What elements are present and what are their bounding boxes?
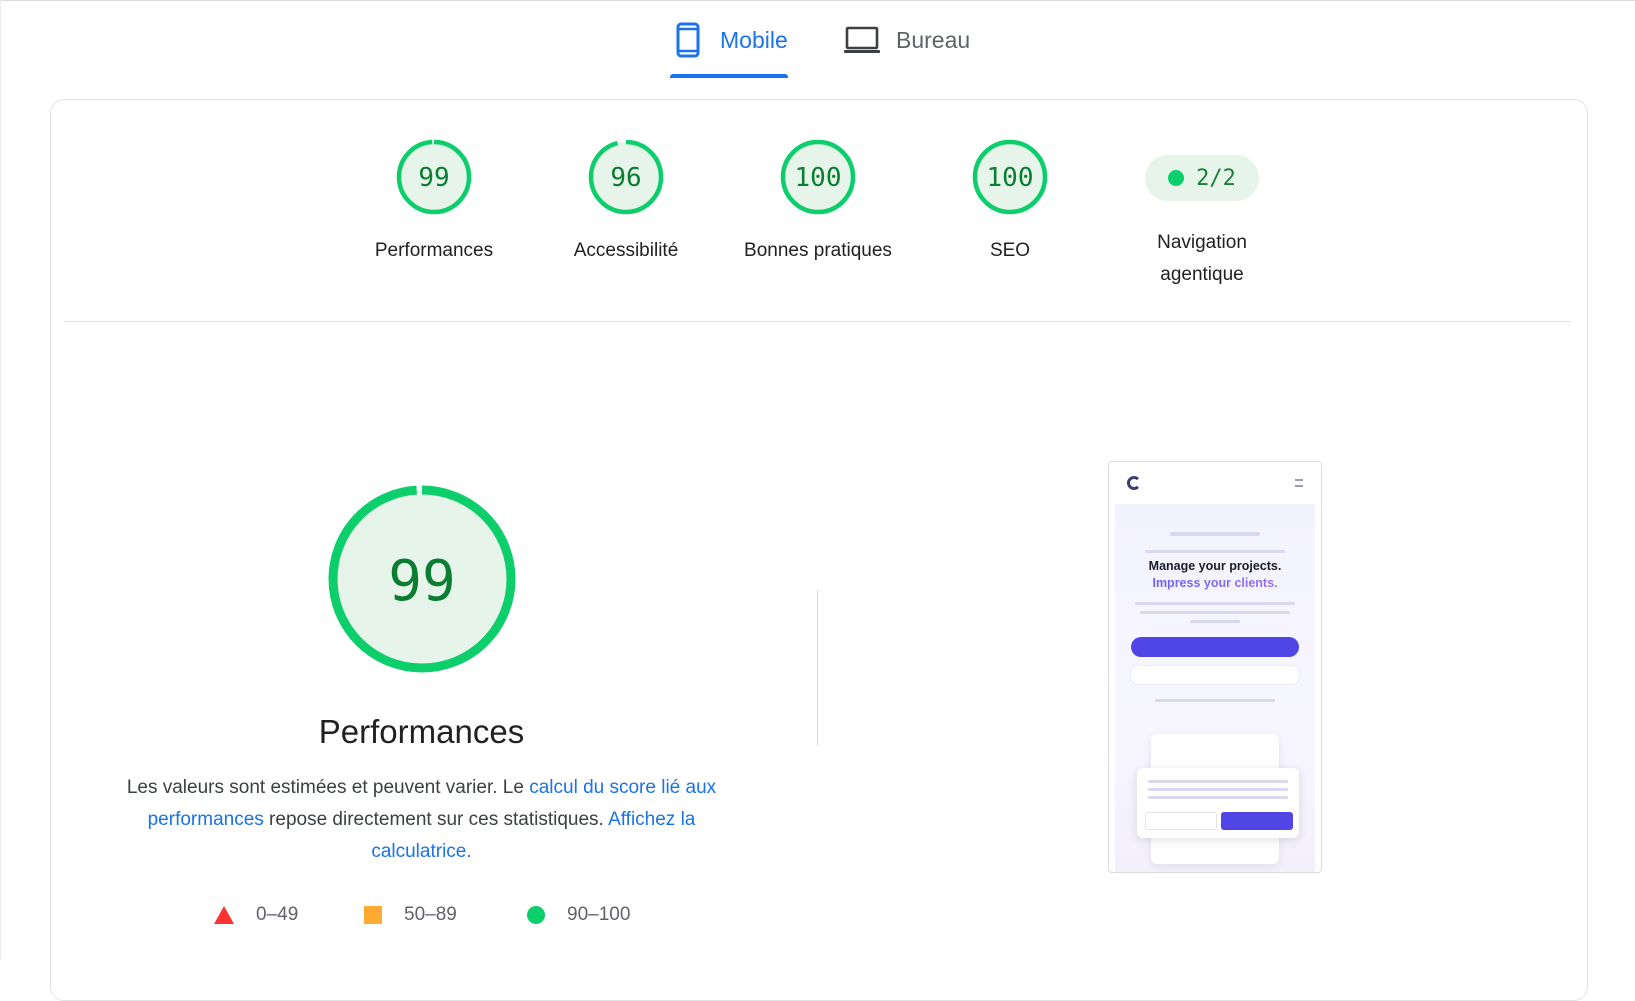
screenshot-headline: Manage your projects. <box>1148 559 1282 573</box>
gauge-performance[interactable]: 99 Performances <box>344 137 524 267</box>
gauge-agentic-label: Navigation agentique <box>1157 232 1247 285</box>
section-divider <box>64 321 1571 322</box>
hamburger-menu-icon <box>1295 479 1303 487</box>
gauge-accessibility-ring: 96 <box>588 139 664 215</box>
gauge-accessibility[interactable]: 96 Accessibilité <box>536 137 716 267</box>
legend-fail: 0–49 <box>214 904 298 926</box>
pass-dot-icon <box>1168 170 1185 186</box>
performance-description: Les valeurs sont estimées et peuvent var… <box>100 772 743 868</box>
legend-pass: 90–100 <box>527 904 630 926</box>
screenshot-copy-line <box>1135 602 1295 605</box>
gauge-seo-value: 100 <box>987 163 1034 193</box>
screenshot-note <box>1155 699 1275 702</box>
gauge-performance-label: Performances <box>374 240 494 261</box>
desc-text-1: Les valeurs sont estimées et peuvent var… <box>126 777 530 798</box>
desc-text-2: repose directement sur ces statistiques. <box>263 809 609 830</box>
legend-average-range: 50–89 <box>404 904 457 925</box>
circle-icon <box>527 906 545 924</box>
gauge-performance-ring: 99 <box>396 139 472 215</box>
screenshot-copy-line <box>1190 620 1240 623</box>
gauge-accessibility-value: 96 <box>610 163 641 193</box>
performance-title: Performances <box>318 713 525 750</box>
vertical-separator <box>817 590 818 745</box>
gauge-best-practices-label: Bonnes pratiques <box>744 240 892 261</box>
score-legend: 0–49 50–89 90–100 <box>0 904 843 934</box>
screenshot-headline-accent: Impress your clients. <box>1115 576 1315 590</box>
screenshot-cookie-banner <box>1137 768 1299 838</box>
legend-average: 50–89 <box>364 904 457 926</box>
cookie-text-line <box>1148 780 1288 783</box>
cookie-accept-button <box>1221 812 1293 830</box>
performance-main-gauge: 99 <box>328 485 516 673</box>
triangle-icon <box>214 906 234 924</box>
screenshot-hero: Manage your projects. Impress your clien… <box>1115 504 1315 872</box>
cookie-text-line <box>1148 788 1288 791</box>
screenshot-copy-line <box>1140 611 1290 614</box>
cookie-text-line <box>1148 796 1288 799</box>
gauge-accessibility-label: Accessibilité <box>573 240 679 261</box>
gauge-best-practices[interactable]: 100 Bonnes pratiques <box>728 137 908 267</box>
gauge-seo-label: SEO <box>989 240 1031 261</box>
legend-pass-range: 90–100 <box>567 904 631 925</box>
gauge-agentic-navigation[interactable]: 2/2 Navigation agentique <box>1112 137 1292 291</box>
screenshot-badge <box>1170 532 1260 536</box>
page-screenshot-thumbnail[interactable]: Manage your projects. Impress your clien… <box>1108 461 1322 873</box>
gauge-best-practices-value: 100 <box>795 163 842 193</box>
gauge-best-practices-ring: 100 <box>780 139 856 215</box>
square-icon <box>364 906 382 924</box>
legend-fail-range: 0–49 <box>256 904 299 925</box>
agentic-score-pill: 2/2 <box>1145 155 1259 201</box>
screenshot-eyebrow <box>1145 550 1285 553</box>
cookie-decline-button <box>1145 812 1217 830</box>
site-logo-icon <box>1127 476 1141 490</box>
score-gauges: 99 Performances 96 Accessibilité 100 Bon… <box>0 0 1635 320</box>
screenshot-primary-button <box>1131 637 1299 657</box>
screenshot-secondary-button <box>1130 665 1300 685</box>
gauge-seo-ring: 100 <box>972 139 1048 215</box>
agentic-score-value: 2/2 <box>1196 165 1236 191</box>
screenshot-header <box>1109 462 1321 504</box>
performance-main-score: 99 <box>388 549 455 614</box>
gauge-performance-value: 99 <box>418 163 449 193</box>
gauge-seo[interactable]: 100 SEO <box>920 137 1100 267</box>
